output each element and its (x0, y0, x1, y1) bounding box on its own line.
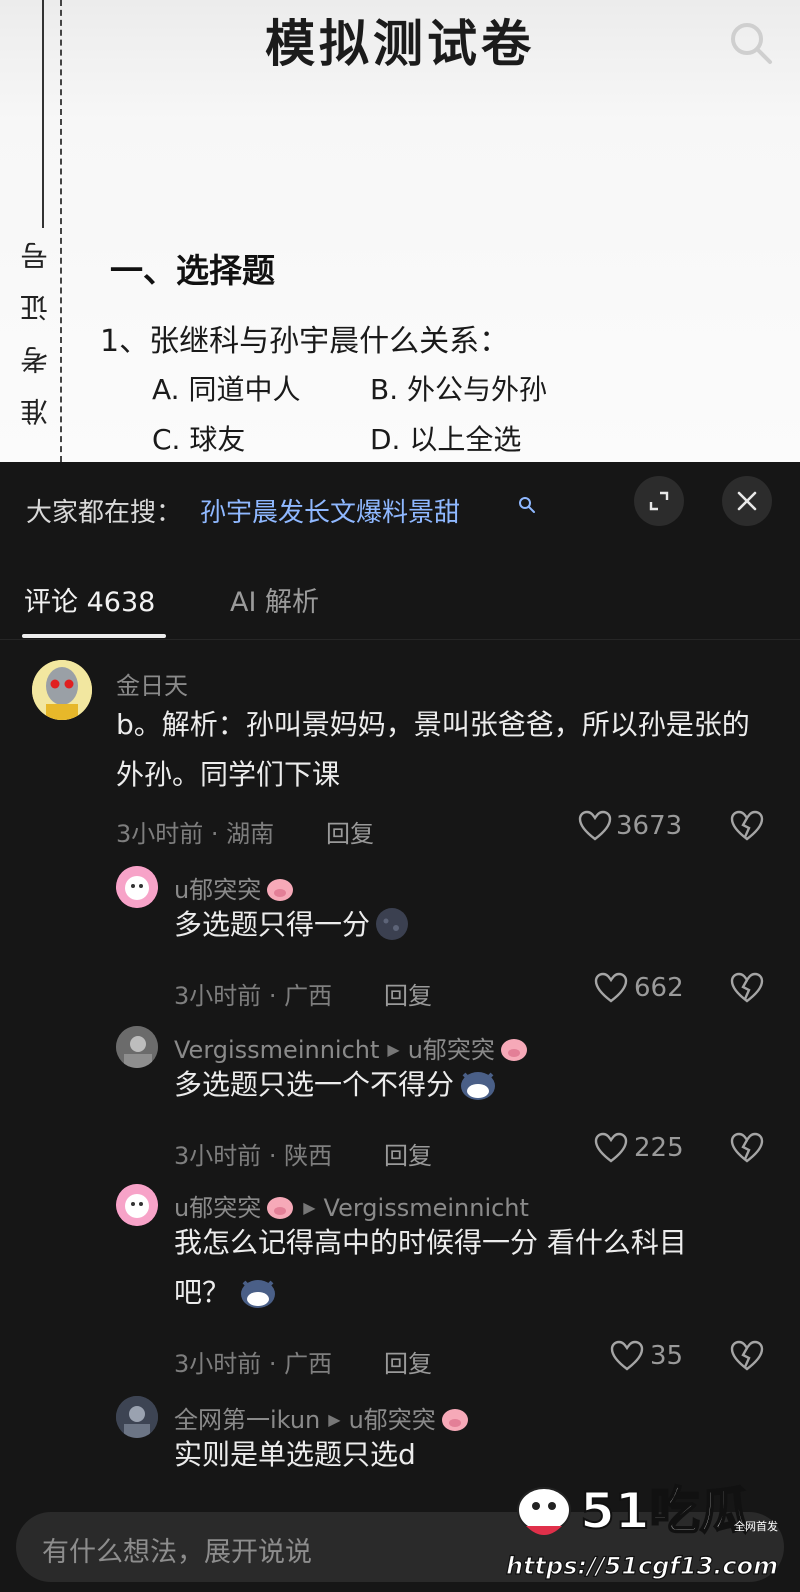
comment-meta: 3小时前 · 陕西 (174, 1142, 333, 1170)
watermark-brand: 51吃瓜 (580, 1482, 750, 1540)
avatar[interactable] (116, 1396, 158, 1438)
reply-item: u郁突突 多选题只得一分 3小时前 · 广西 回复 662 (0, 866, 800, 1026)
like-count: 3673 (616, 811, 683, 841)
watermark-logo-image: 51吃瓜 全网首发 https://51cgf13.com (505, 1481, 778, 1581)
close-icon (737, 491, 757, 511)
comment-text: 我怎么记得高中的时候得一分 看什么科目吧？ (174, 1218, 734, 1318)
comment-text: 多选题只选一个不得分 (174, 1060, 754, 1110)
watermark-tag: 全网首发 (734, 1519, 778, 1533)
expand-icon (649, 491, 669, 511)
avatar[interactable] (116, 1184, 158, 1226)
reply-button[interactable]: 回复 (384, 976, 432, 1011)
tab-bar: 评论 4638 AI 解析 (0, 554, 800, 640)
broken-heart-icon[interactable] (730, 1340, 764, 1372)
question-text: 1、张继科与孙宇晨什么关系： (100, 324, 510, 359)
trending-search-bar: 大家都在搜： 孙宇晨发长文爆料景甜 (0, 462, 800, 554)
comment-input-placeholder: 有什么想法，展开说说 (42, 1537, 312, 1568)
reply-button[interactable]: 回复 (326, 814, 374, 849)
option-a: A. 同道中人 (152, 373, 301, 406)
comment-text: b。解析：孙叫景妈妈，景叫张爸爸，所以孙是张的外孙。同学们下课 (116, 708, 750, 791)
avatar[interactable] (32, 660, 92, 720)
pig-emoji-icon (267, 879, 294, 901)
watermark-logo: 51吃瓜 全网首发 https://51cgf13.com (500, 1470, 796, 1586)
active-tab-indicator (22, 634, 166, 638)
comment-meta: 3小时前 · 广西 (174, 1350, 333, 1378)
broken-heart-icon[interactable] (730, 1132, 764, 1164)
avatar-photo-icon (116, 1396, 158, 1438)
heart-icon[interactable] (594, 1132, 628, 1164)
heart-icon[interactable] (578, 810, 612, 842)
heart-icon[interactable] (594, 972, 628, 1004)
tab-comments[interactable]: 评论 4638 (24, 580, 155, 619)
option-d: D. 以上全选 (370, 423, 522, 456)
reply-button[interactable]: 回复 (384, 1344, 432, 1379)
comment-text-content: 多选题只得一分 (174, 908, 371, 941)
small-search-icon[interactable] (518, 496, 536, 514)
avatar-pet-icon (116, 1184, 158, 1226)
exam-id-label: 准考证号 (19, 218, 52, 426)
like-count: 225 (634, 1133, 684, 1163)
pig-emoji-icon (267, 1197, 294, 1219)
moon-emoji-icon (376, 908, 409, 940)
reply-arrow-icon: ▶ (303, 1198, 316, 1217)
option-c: C. 球友 (152, 423, 246, 456)
avatar-photo-icon (116, 1026, 158, 1068)
option-b: B. 外公与外孙 (370, 373, 548, 406)
avatar[interactable] (116, 866, 158, 908)
like-count: 35 (650, 1341, 684, 1371)
comment-item: 金日天 b。解析：孙叫景妈妈，景叫张爸爸，所以孙是张的外孙。同学们下课 3小时前… (0, 660, 800, 870)
tab-ai-analysis[interactable]: AI 解析 (230, 580, 319, 619)
reply-button[interactable]: 回复 (384, 1136, 432, 1171)
pig-emoji-icon (441, 1409, 468, 1431)
trending-search-prefix: 大家都在搜： (26, 498, 183, 528)
reply-arrow-icon: ▶ (328, 1410, 341, 1429)
avatar-pet-icon (116, 866, 158, 908)
comment-text: 多选题只得一分 (174, 900, 754, 950)
reply-item: 全网第一ikun ▶ u郁突突 实则是单选题只选d (0, 1396, 800, 1476)
comments-panel: 大家都在搜： 孙宇晨发长文爆料景甜 评论 4638 AI 解析 金日天 b。解析… (0, 462, 800, 1592)
reply-item: u郁突突 ▶ Vergissmeinnicht 我怎么记得高中的时候得一分 看什么科… (0, 1184, 800, 1394)
pig-emoji-icon (500, 1039, 527, 1061)
search-icon[interactable] (728, 20, 774, 66)
close-button[interactable] (722, 476, 772, 526)
smirk-cat-emoji-icon (461, 1072, 496, 1100)
comment-author[interactable]: 金日天 (116, 666, 188, 701)
broken-heart-icon[interactable] (730, 810, 764, 842)
reply-item: Vergissmeinnicht ▶ u郁突突 多选题只选一个不得分 3小时前 · … (0, 1026, 800, 1186)
exam-paper-image: 准考证号 模拟测试卷 一、选择题 1、张继科与孙宇晨什么关系： A. 同道中人 … (0, 0, 800, 462)
comment-meta: 3小时前 · 湖南 (116, 820, 275, 848)
avatar[interactable] (116, 1026, 158, 1068)
broken-heart-icon[interactable] (730, 972, 764, 1004)
expand-button[interactable] (634, 476, 684, 526)
heart-icon[interactable] (610, 1340, 644, 1372)
trending-search-link[interactable]: 孙宇晨发长文爆料景甜 (200, 492, 460, 529)
like-count: 662 (634, 973, 684, 1003)
watermark-url: https://51cgf13.com (506, 1552, 778, 1580)
smirk-cat-emoji-icon (241, 1280, 276, 1308)
comment-meta: 3小时前 · 广西 (174, 982, 333, 1010)
comment-text-content: 多选题只选一个不得分 (174, 1068, 455, 1101)
section-heading: 一、选择题 (110, 251, 275, 290)
avatar-face-icon (32, 660, 92, 720)
paper-title: 模拟测试卷 (265, 14, 535, 73)
reply-arrow-icon: ▶ (387, 1040, 400, 1059)
